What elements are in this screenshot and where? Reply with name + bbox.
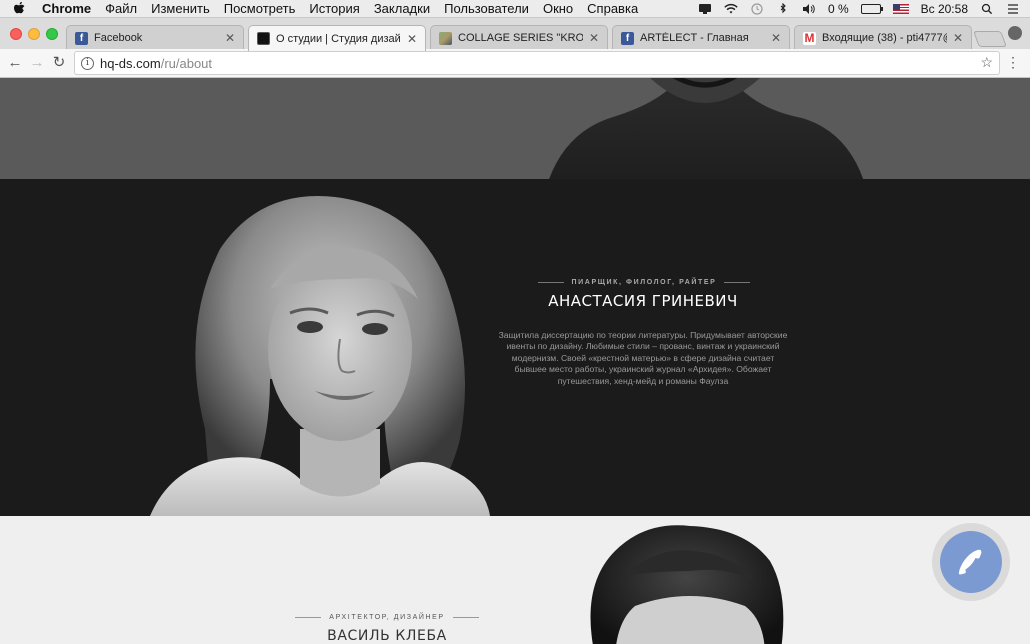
bluetooth-icon[interactable] [776,3,790,15]
chrome-menu-icon[interactable]: ⋮ [1006,54,1020,71]
menu-bar-status-area: 0 % Вс 20:58 [698,0,1020,18]
anastasia-portrait-photo [150,196,490,516]
role-line-anastasia: ПИАРЩИК, ФИЛОЛОГ, РАЙТЕР [537,276,751,288]
team-member-section-vasyl: АРХІТЕКТОР, ДИЗАЙНЕР ВАСИЛЬ КЛЕБА [0,516,1030,644]
facebook-icon: f [75,31,88,45]
notification-center-icon[interactable] [1006,3,1020,15]
browser-tab-strip: f Facebook ✕ О студии | Студия дизайна H… [0,19,1030,51]
menu-people[interactable]: Пользователи [444,1,529,16]
person-name: АНАСТАСИЯ ГРИНЕВИЧ [548,292,738,310]
team-member-photo [549,78,864,179]
person-bio: Защитила диссертацию по теории литератур… [498,330,788,386]
tab-title: О студии | Студия дизайна H [276,32,401,45]
vasyl-portrait-photo [590,525,784,644]
forward-arrow-icon[interactable]: → [28,54,46,72]
tab-collage-series[interactable]: COLLAGE SERIES "KROMSKO ✕ [430,25,608,50]
tab-artelect[interactable]: f ARTÉLECT - Главная ✕ [612,25,790,50]
bookmark-star-icon[interactable]: ☆ [980,54,993,71]
divider [537,281,564,283]
volume-icon[interactable] [802,3,816,15]
divider [724,281,751,283]
battery-icon[interactable] [860,4,883,14]
callback-button-circle[interactable] [940,531,1002,593]
menu-help[interactable]: Справка [587,1,638,16]
spotlight-search-icon[interactable] [980,3,994,15]
address-bar[interactable]: i hq-ds.com/ru/about ☆ [74,51,1000,75]
url-host: hq-ds.com [100,55,161,71]
close-icon[interactable]: ✕ [771,31,781,45]
cast-icon[interactable] [698,3,712,15]
new-tab-button[interactable] [973,31,1007,47]
tab-title: Facebook [94,32,143,44]
site-info-icon[interactable]: i [81,56,94,70]
close-icon[interactable]: ✕ [589,31,599,45]
menu-bookmarks[interactable]: Закладки [374,1,430,16]
team-member-section-anastasia: ПИАРЩИК, ФИЛОЛОГ, РАЙТЕР АНАСТАСИЯ ГРИНЕ… [0,179,1030,516]
person-role: ПИАРЩИК, ФИЛОЛОГ, РАЙТЕР [571,278,717,286]
window-close-button[interactable] [10,28,22,40]
battery-percent: 0 % [827,2,849,16]
studio-icon [257,32,270,45]
menu-file[interactable]: Файл [105,1,137,16]
tab-studio-about[interactable]: О студии | Студия дизайна H ✕ [248,25,426,51]
menu-window[interactable]: Окно [543,1,573,16]
close-icon[interactable]: ✕ [225,31,235,45]
profile-avatar-icon[interactable] [1008,26,1022,40]
role-line-vasyl: АРХІТЕКТОР, ДИЗАЙНЕР [292,611,482,623]
apple-logo-icon[interactable] [12,1,28,16]
back-arrow-icon[interactable]: ← [6,54,24,72]
tab-title: Входящие (38) - pti4777@gm [822,32,947,44]
menu-view[interactable]: Посмотреть [224,1,296,16]
web-page: ПИАРЩИК, ФИЛОЛОГ, РАЙТЕР АНАСТАСИЯ ГРИНЕ… [0,78,1030,644]
us-flag-input-source-icon[interactable] [892,4,909,14]
tab-facebook[interactable]: f Facebook ✕ [66,25,244,50]
window-zoom-button[interactable] [46,28,58,40]
image-icon [439,31,452,45]
divider [295,616,322,618]
wifi-icon[interactable] [724,3,738,15]
menu-history[interactable]: История [309,1,359,16]
menu-edit[interactable]: Изменить [151,1,210,16]
facebook-icon: f [621,31,634,45]
tab-title: COLLAGE SERIES "KROMSKO [458,32,583,44]
callback-button[interactable] [932,523,1010,601]
menu-bar-clock[interactable]: Вс 20:58 [921,2,968,16]
team-member-section-previous [0,78,1030,179]
tab-gmail-inbox[interactable]: M Входящие (38) - pti4777@gm ✕ [794,25,972,50]
app-menu-chrome[interactable]: Chrome [42,1,91,16]
url-path: /ru/about [160,55,213,71]
time-machine-icon[interactable] [750,3,764,15]
tab-title: ARTÉLECT - Главная [640,32,749,44]
browser-toolbar: ← → ↻ i hq-ds.com/ru/about ☆ ⋮ [0,49,1030,78]
macos-menu-bar: Chrome Файл Изменить Посмотреть История … [0,0,1030,18]
person-name: ВАСИЛЬ КЛЕБА [327,628,447,644]
window-minimize-button[interactable] [28,28,40,40]
person-role: АРХІТЕКТОР, ДИЗАЙНЕР [329,613,445,621]
gmail-icon: M [803,31,816,45]
divider [452,616,479,618]
close-icon[interactable]: ✕ [407,32,417,46]
reload-icon[interactable]: ↻ [50,54,68,72]
phone-icon [958,549,982,575]
close-icon[interactable]: ✕ [953,31,963,45]
